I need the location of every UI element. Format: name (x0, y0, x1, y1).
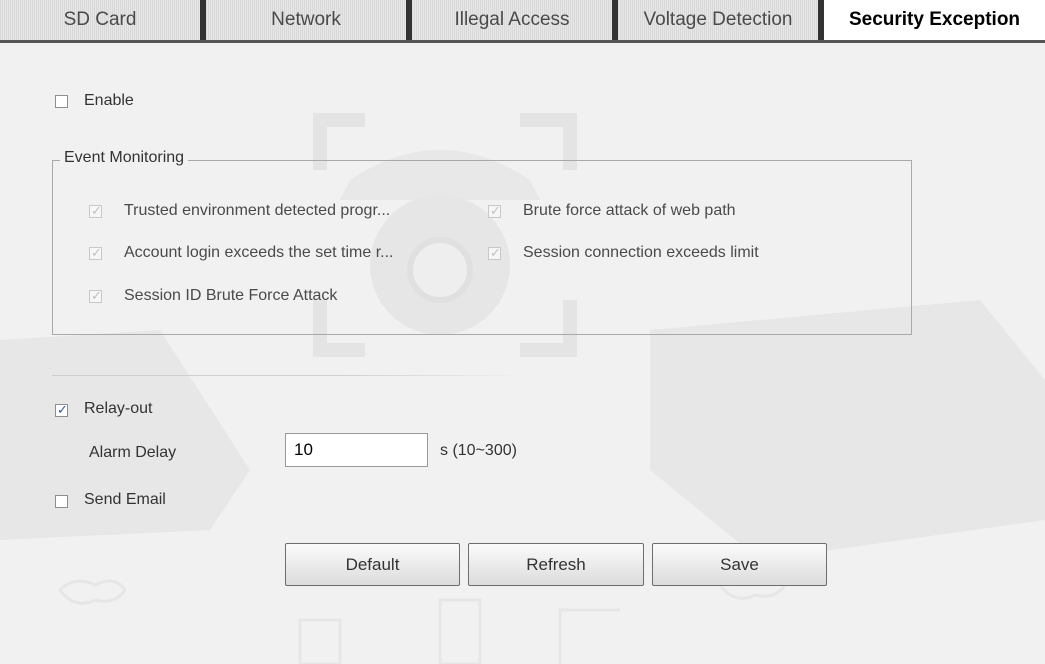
event-label-session-id-brute-force: Session ID Brute Force Attack (124, 287, 338, 304)
event-label-account-login-time: Account login exceeds the set time r... (124, 244, 394, 261)
tab-underline (0, 40, 1045, 43)
tab-bar: SD Card Network Illegal Access Voltage D… (0, 0, 1045, 43)
checkmark-icon: ✓ (490, 203, 501, 218)
relay-out-checkbox[interactable]: ✓ (55, 402, 68, 417)
event-checkbox-session-id-brute-force[interactable]: ✓ (89, 288, 102, 303)
event-checkbox-brute-force-web-path[interactable]: ✓ (488, 203, 501, 218)
tab-network[interactable]: Network (206, 0, 406, 40)
event-monitoring-legend: Event Monitoring (60, 149, 189, 167)
event-label-trusted-environment: Trusted environment detected progr... (124, 202, 391, 219)
event-label-session-connection-limit: Session connection exceeds limit (523, 244, 759, 261)
section-divider (52, 375, 527, 376)
tab-illegal-access[interactable]: Illegal Access (412, 0, 612, 40)
enable-label: Enable (84, 92, 134, 109)
event-checkbox-trusted-environment[interactable]: ✓ (89, 203, 102, 218)
tab-sd-card[interactable]: SD Card (0, 0, 200, 40)
save-button[interactable]: Save (652, 543, 827, 586)
alarm-delay-label: Alarm Delay (89, 444, 177, 461)
checkmark-icon: ✓ (91, 245, 102, 260)
alarm-delay-input[interactable]: 10 (285, 433, 428, 467)
event-label-brute-force-web-path: Brute force attack of web path (523, 202, 736, 219)
tab-voltage-detection[interactable]: Voltage Detection (618, 0, 818, 40)
send-email-checkbox[interactable] (55, 495, 68, 508)
checkmark-icon: ✓ (57, 402, 68, 417)
event-checkbox-account-login-time[interactable]: ✓ (89, 245, 102, 260)
send-email-label: Send Email (84, 491, 166, 508)
enable-checkbox[interactable] (55, 95, 68, 108)
event-checkbox-session-connection-limit[interactable]: ✓ (488, 245, 501, 260)
checkmark-icon: ✓ (490, 245, 501, 260)
relay-out-label: Relay-out (84, 400, 153, 417)
default-button[interactable]: Default (285, 543, 460, 586)
tab-security-exception[interactable]: Security Exception (818, 0, 1045, 40)
refresh-button[interactable]: Refresh (468, 543, 644, 586)
checkmark-icon: ✓ (91, 288, 102, 303)
checkmark-icon: ✓ (91, 203, 102, 218)
alarm-delay-unit: s (10~300) (440, 442, 517, 459)
